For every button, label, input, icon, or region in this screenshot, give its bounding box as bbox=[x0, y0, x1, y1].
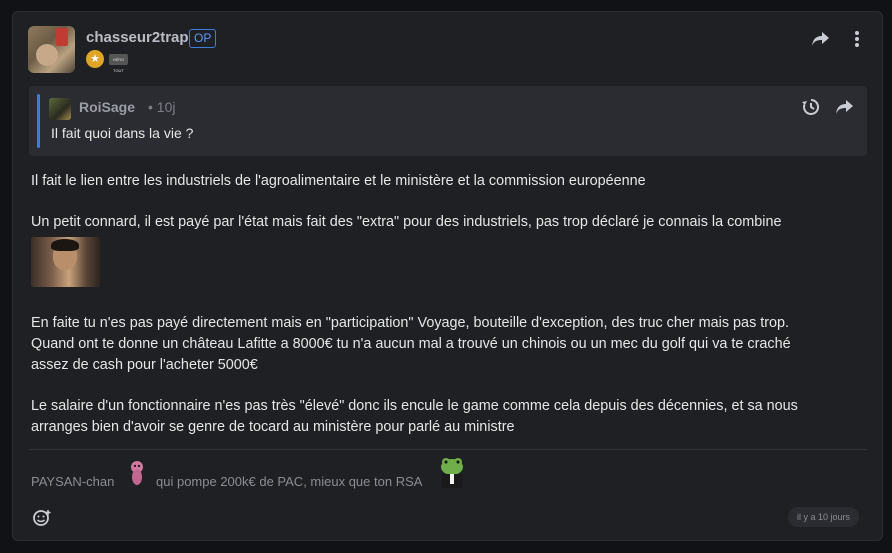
author-name[interactable]: chasseur2trap bbox=[86, 29, 189, 46]
quote-time-value: 10j bbox=[156, 99, 176, 115]
avatar-detail bbox=[56, 28, 68, 46]
paragraph-1: Il fait le lien entre les industriels de… bbox=[31, 173, 646, 189]
sticker-hair bbox=[51, 239, 79, 251]
paragraph-4-line-1: Le salaire d'un fonctionnaire n'es pas t… bbox=[31, 398, 798, 414]
paragraph-3-line-1: En faite tu n'es pas payé directement ma… bbox=[31, 315, 790, 331]
quoted-message: RoiSage • 10j Il fait quoi dans la vie ? bbox=[29, 86, 867, 156]
quote-time: • 10j bbox=[148, 99, 175, 115]
forum-post: chasseur2trap OP ★ HÉRO TOUT RoiSage • 1… bbox=[12, 11, 883, 541]
history-icon[interactable] bbox=[800, 96, 822, 118]
quote-author-avatar[interactable] bbox=[49, 98, 71, 120]
quote-separator: • bbox=[148, 99, 153, 115]
op-badge: OP bbox=[189, 29, 217, 48]
quote-author-name[interactable]: RoiSage bbox=[79, 99, 135, 115]
sticker-image[interactable] bbox=[31, 237, 100, 287]
signature-sticker-pink bbox=[127, 459, 147, 487]
signature-text: qui pompe 200k€ de PAC, mieux que ton RS… bbox=[156, 474, 423, 489]
signature-sticker-frog bbox=[436, 455, 468, 489]
star-badge-icon: ★ bbox=[86, 50, 104, 68]
quote-text: Il fait quoi dans la vie ? bbox=[51, 125, 194, 141]
avatar-face bbox=[36, 44, 58, 66]
author-avatar[interactable] bbox=[28, 26, 75, 73]
paragraph-3-line-2: Quand ont te donne un château Lafitte a … bbox=[31, 336, 791, 352]
quote-bar bbox=[37, 94, 40, 148]
post-timestamp: il y a 10 jours bbox=[788, 507, 860, 527]
hero-badge: HÉRO TOUT bbox=[109, 54, 128, 73]
share-icon[interactable] bbox=[810, 28, 832, 50]
paragraph-3-line-3: assez de cash pour l'acheter 5000€ bbox=[31, 357, 258, 373]
paragraph-4-line-2: arranges bien d'avoir se genre de tocard… bbox=[31, 419, 515, 435]
signature-name: PAYSAN-chan bbox=[31, 474, 115, 489]
add-reaction-icon[interactable] bbox=[31, 507, 53, 529]
paragraph-2: Un petit connard, il est payé par l'état… bbox=[31, 214, 782, 230]
signature-divider bbox=[29, 449, 867, 450]
quote-share-icon[interactable] bbox=[834, 96, 856, 118]
more-vertical-icon[interactable] bbox=[846, 28, 868, 50]
